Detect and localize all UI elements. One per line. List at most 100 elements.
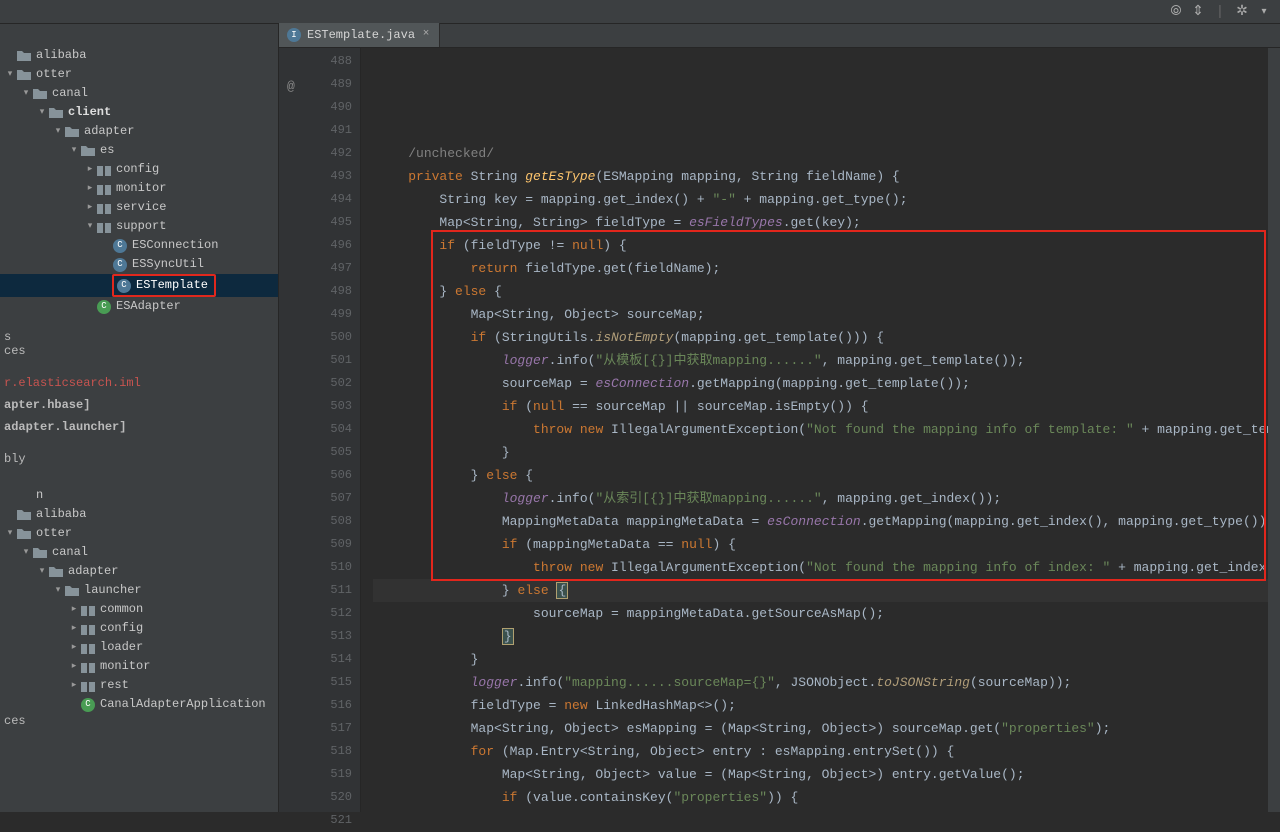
- chevron-right-icon[interactable]: ▸: [84, 160, 96, 179]
- code-line[interactable]: logger.info("mapping......sourceMap={}",…: [373, 671, 1268, 694]
- chevron-down-icon[interactable]: ▾: [68, 141, 80, 160]
- tree-item-adapter[interactable]: ▾adapter: [0, 562, 278, 581]
- line-number: 488: [279, 50, 352, 73]
- code-area[interactable]: /unchecked/ private String getEsType(ESM…: [373, 48, 1268, 812]
- tree-item-label: otter: [36, 524, 72, 543]
- tree-item-n[interactable]: n: [0, 486, 278, 505]
- code-line[interactable]: if (value.containsKey("properties")) {: [373, 786, 1268, 809]
- line-number: 504: [279, 418, 352, 441]
- code-line[interactable]: logger.info("从索引[{}]中获取mapping......", m…: [373, 487, 1268, 510]
- tree-item-launcher[interactable]: ▾launcher: [0, 581, 278, 600]
- code-line[interactable]: if (mappingMetaData == null) {: [373, 533, 1268, 556]
- target-icon[interactable]: ⦾: [1168, 4, 1184, 20]
- tree-item-essyncutil[interactable]: CESSyncUtil: [0, 255, 278, 274]
- code-line[interactable]: return fieldType.get(fieldName);: [373, 257, 1268, 280]
- code-line[interactable]: } else {: [373, 579, 1268, 602]
- chevron-right-icon[interactable]: ▸: [84, 179, 96, 198]
- tree-item-service[interactable]: ▸service: [0, 198, 278, 217]
- chevron-down-icon[interactable]: ▾: [20, 84, 32, 103]
- tree-item-otter[interactable]: ▾ otter: [0, 524, 278, 543]
- code-line[interactable]: sourceMap = esConnection.getMapping(mapp…: [373, 372, 1268, 395]
- tree-extra-label[interactable]: adapter.launcher]: [0, 416, 278, 438]
- code-line[interactable]: } else {: [373, 280, 1268, 303]
- code-line[interactable]: }: [373, 625, 1268, 648]
- chevron-down-icon[interactable]: ▾: [52, 122, 64, 141]
- chevron-down-icon[interactable]: ▾: [1256, 4, 1272, 20]
- fold-strip: [361, 48, 373, 812]
- chevron-right-icon[interactable]: ▸: [68, 638, 80, 657]
- tree-item-monitor[interactable]: ▸monitor: [0, 657, 278, 676]
- vertical-scrollbar[interactable]: [1268, 48, 1280, 812]
- tree-item-blank[interactable]: [0, 30, 278, 46]
- chevron-down-icon[interactable]: ▾: [36, 103, 48, 122]
- chevron-down-icon[interactable]: ▾: [4, 524, 16, 543]
- chevron-down-icon[interactable]: ▾: [20, 543, 32, 562]
- chevron-right-icon[interactable]: ▸: [68, 657, 80, 676]
- code-line[interactable]: }: [373, 441, 1268, 464]
- line-number: 519: [279, 763, 352, 786]
- line-number: 518: [279, 740, 352, 763]
- chevron-right-icon[interactable]: ▸: [84, 198, 96, 217]
- code-line[interactable]: sourceMap = mappingMetaData.getSourceAsM…: [373, 602, 1268, 625]
- tree-item-adapter[interactable]: ▾ adapter: [0, 122, 278, 141]
- gear-icon[interactable]: ✲: [1234, 4, 1250, 20]
- tree-extra-label[interactable]: r.elasticsearch.iml: [0, 372, 278, 394]
- code-line[interactable]: Map<String, String> fieldType = esFieldT…: [373, 211, 1268, 234]
- folder-icon: [16, 507, 32, 523]
- code-line[interactable]: String key = mapping.get_index() + "-" +…: [373, 188, 1268, 211]
- chevron-right-icon[interactable]: ▸: [68, 676, 80, 695]
- tree-item-common[interactable]: ▸common: [0, 600, 278, 619]
- tree-item-rest[interactable]: ▸rest: [0, 676, 278, 695]
- chevron-down-icon[interactable]: ▾: [52, 581, 64, 600]
- code-line[interactable]: Map<String, Object> esMapping = (Map<Str…: [373, 717, 1268, 740]
- tree-item-es[interactable]: ▾es: [0, 141, 278, 160]
- code-line[interactable]: Map<String, Object> sourceMap;: [373, 303, 1268, 326]
- tree-item-estemplate[interactable]: CESTemplate: [0, 274, 278, 297]
- tree-item-canaladapterapplication[interactable]: CCanalAdapterApplication: [0, 695, 278, 714]
- class-icon: C: [116, 278, 132, 294]
- code-line[interactable]: if (fieldType != null) {: [373, 234, 1268, 257]
- code-line[interactable]: } else {: [373, 464, 1268, 487]
- code-editor[interactable]: 488489@490491492493494495496497498499500…: [279, 48, 1280, 812]
- close-icon[interactable]: ×: [419, 27, 433, 41]
- chevron-right-icon[interactable]: ▸: [68, 600, 80, 619]
- tree-item-config[interactable]: ▸config: [0, 160, 278, 179]
- code-line[interactable]: }: [373, 648, 1268, 671]
- chevron-right-icon[interactable]: ▸: [68, 619, 80, 638]
- code-line[interactable]: Map<String, Object> value = (Map<String,…: [373, 763, 1268, 786]
- tree-item-esadapter[interactable]: CESAdapter: [0, 297, 278, 316]
- java-file-icon: I: [287, 28, 301, 42]
- tree-item-esconnection[interactable]: CESConnection: [0, 236, 278, 255]
- code-line[interactable]: for (Map.Entry<String, Object> entry : e…: [373, 740, 1268, 763]
- code-line[interactable]: fieldType = new LinkedHashMap<>();: [373, 694, 1268, 717]
- tree-extra-label[interactable]: apter.hbase]: [0, 394, 278, 416]
- project-tree-panel[interactable]: alibaba▾otter▾canal▾client▾adapter▾es▸co…: [0, 24, 279, 812]
- code-line[interactable]: logger.info("从模板[{}]中获取mapping......", m…: [373, 349, 1268, 372]
- code-line[interactable]: if (StringUtils.isNotEmpty(mapping.get_t…: [373, 326, 1268, 349]
- tree-item-canal[interactable]: ▾canal: [0, 543, 278, 562]
- tree-item-label: adapter: [84, 122, 134, 141]
- collapse-icon[interactable]: ⇕: [1190, 4, 1206, 20]
- override-gutter-icon[interactable]: @: [287, 75, 295, 98]
- tree-item-otter[interactable]: ▾otter: [0, 65, 278, 84]
- code-line[interactable]: throw new IllegalArgumentException("Not …: [373, 556, 1268, 579]
- code-line[interactable]: /unchecked/: [373, 142, 1268, 165]
- code-line[interactable]: throw new IllegalArgumentException("Not …: [373, 418, 1268, 441]
- code-line[interactable]: if (null == sourceMap || sourceMap.isEmp…: [373, 395, 1268, 418]
- tree-item-client[interactable]: ▾client: [0, 103, 278, 122]
- tree-item-canal[interactable]: ▾canal: [0, 84, 278, 103]
- chevron-down-icon[interactable]: ▾: [4, 65, 16, 84]
- tree-item-monitor[interactable]: ▸monitor: [0, 179, 278, 198]
- tree-item-alibaba[interactable]: alibaba: [0, 505, 278, 524]
- tree-item-support[interactable]: ▾support: [0, 217, 278, 236]
- chevron-down-icon[interactable]: ▾: [84, 217, 96, 236]
- line-number: 509: [279, 533, 352, 556]
- chevron-down-icon[interactable]: ▾: [36, 562, 48, 581]
- tree-item-loader[interactable]: ▸loader: [0, 638, 278, 657]
- tab-estemplate[interactable]: I ESTemplate.java ×: [279, 23, 440, 47]
- tree-item-config[interactable]: ▸config: [0, 619, 278, 638]
- code-line[interactable]: private String getEsType(ESMapping mappi…: [373, 165, 1268, 188]
- code-line[interactable]: MappingMetaData mappingMetaData = esConn…: [373, 510, 1268, 533]
- tree-item-alibaba[interactable]: alibaba: [0, 46, 278, 65]
- top-toolbar: ⦾ ⇕ | ✲ ▾: [0, 0, 1280, 24]
